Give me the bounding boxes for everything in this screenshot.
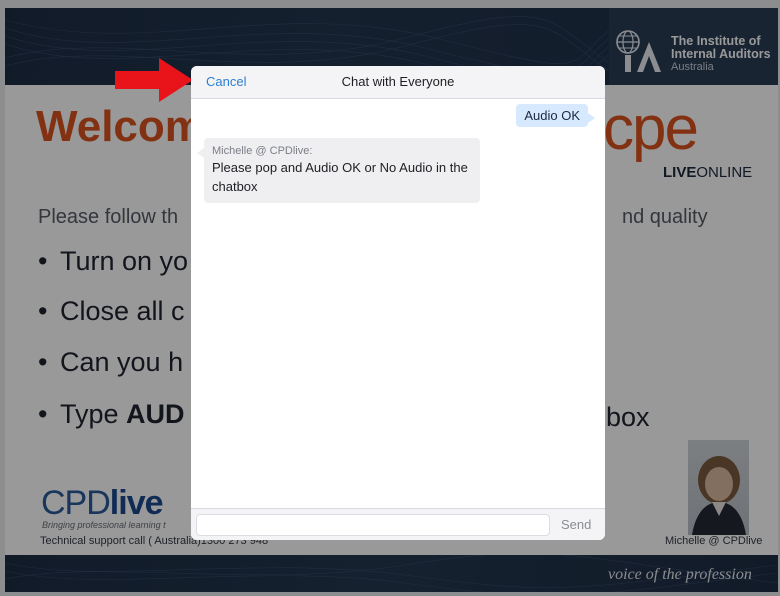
message-text: Please pop and Audio OK or No Audio in t… xyxy=(212,160,468,194)
message-sender: Michelle @ CPDlive: xyxy=(212,145,313,157)
received-message-bubble: Michelle @ CPDlive: Please pop and Audio… xyxy=(197,138,480,203)
dialog-footer: Send xyxy=(191,508,605,540)
sent-message-bubble: Audio OK xyxy=(516,104,595,127)
dialog-header: Cancel Chat with Everyone xyxy=(191,66,605,99)
chat-dialog: Cancel Chat with Everyone Audio OK Miche… xyxy=(191,66,605,540)
send-button[interactable]: Send xyxy=(561,517,591,532)
dialog-title: Chat with Everyone xyxy=(341,74,455,89)
screen: The Institute of Internal Auditors Austr… xyxy=(0,0,780,596)
message-input[interactable] xyxy=(196,514,550,536)
red-arrow-icon xyxy=(115,58,193,102)
